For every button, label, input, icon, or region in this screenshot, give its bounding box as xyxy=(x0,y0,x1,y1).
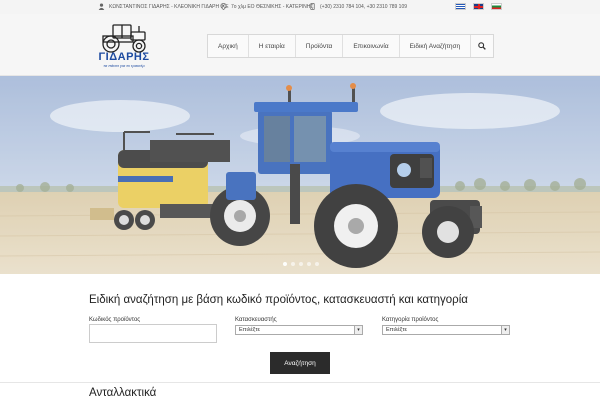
slider-dot[interactable] xyxy=(291,262,295,266)
phone-info: (+30) 2310 784 104, +30 2310 789 109 xyxy=(309,3,407,10)
section-divider xyxy=(0,382,600,383)
manufacturer-selected-value: Επιλέξτε xyxy=(239,327,260,333)
main-navigation: Αρχική Η εταιρία Προϊόντα Επικοινωνία Ει… xyxy=(207,34,495,58)
slider-dot[interactable] xyxy=(283,262,287,266)
slider-dot[interactable] xyxy=(299,262,303,266)
bulgarian-flag-icon[interactable] xyxy=(491,3,502,10)
nav-company[interactable]: Η εταιρία xyxy=(249,35,296,57)
nav-special-search[interactable]: Ειδική Αναζήτηση xyxy=(400,35,472,57)
search-section-title: Ειδική αναζήτηση με βάση κωδικό προϊόντο… xyxy=(89,294,468,306)
category-select[interactable]: Επιλέξτε ▾ xyxy=(382,325,510,335)
logo-tagline: τα πάντα για το τρακτέρ xyxy=(103,63,145,68)
user-icon xyxy=(98,3,105,10)
category-selected-value: Επιλέξτε xyxy=(386,327,407,333)
address-info: 7ο χλμ ΕΟ ΘΕΣΝΙΚΗΣ - ΚΑΤΕΡΙΝΗΣ xyxy=(220,3,313,10)
site-header: ΓΙΔΑΡΗΣ τα πάντα για το τρακτέρ Αρχική Η… xyxy=(0,14,600,76)
special-search-section: Ειδική αναζήτηση με βάση κωδικό προϊόντο… xyxy=(0,290,600,378)
hero-slider[interactable] xyxy=(0,76,600,274)
manufacturer-label: Κατασκευαστής xyxy=(235,317,277,323)
dropdown-arrow-icon: ▾ xyxy=(501,326,509,334)
slider-dots xyxy=(283,262,319,266)
tractor-hero-image xyxy=(0,76,600,274)
slider-dot[interactable] xyxy=(315,262,319,266)
nav-products[interactable]: Προϊόντα xyxy=(296,35,344,57)
phone-icon xyxy=(310,3,315,10)
uk-flag-icon[interactable] xyxy=(473,3,484,10)
product-code-input[interactable] xyxy=(89,324,217,343)
company-info: ΚΩΝΣΤΑΝΤΙΝΟΣ ΓΙΔΑΡΗΣ - ΚΛΕΟΝΙΚΗ ΓΙΔΑΡΗ Ι… xyxy=(98,3,229,10)
nav-contact[interactable]: Επικοινωνία xyxy=(343,35,400,57)
dropdown-arrow-icon: ▾ xyxy=(354,326,362,334)
top-info-bar: ΚΩΝΣΤΑΝΤΙΝΟΣ ΓΙΔΑΡΗΣ - ΚΛΕΟΝΙΚΗ ΓΙΔΑΡΗ Ι… xyxy=(0,0,600,14)
nav-search-button[interactable] xyxy=(471,35,493,57)
location-pin-icon xyxy=(220,3,227,10)
product-code-label: Κωδικός προϊόντος xyxy=(89,317,141,323)
nav-home[interactable]: Αρχική xyxy=(208,35,249,57)
address-text: 7ο χλμ ΕΟ ΘΕΣΝΙΚΗΣ - ΚΑΤΕΡΙΝΗΣ xyxy=(231,3,314,10)
category-label: Κατηγορία προϊόντος xyxy=(382,317,439,323)
spare-parts-heading: Ανταλλακτικά xyxy=(89,387,157,399)
company-name: ΚΩΝΣΤΑΝΤΙΝΟΣ ΓΙΔΑΡΗΣ - ΚΛΕΟΝΙΚΗ ΓΙΔΑΡΗ Ι… xyxy=(109,3,229,10)
slider-dot[interactable] xyxy=(307,262,311,266)
language-switcher xyxy=(455,3,502,10)
search-submit-button[interactable]: Αναζήτηση xyxy=(270,352,330,374)
phone-text: (+30) 2310 784 104, +30 2310 789 109 xyxy=(320,3,408,10)
search-icon xyxy=(478,42,486,50)
logo-title: ΓΙΔΑΡΗΣ xyxy=(98,51,150,63)
manufacturer-select[interactable]: Επιλέξτε ▾ xyxy=(235,325,363,335)
greek-flag-icon[interactable] xyxy=(455,3,466,10)
